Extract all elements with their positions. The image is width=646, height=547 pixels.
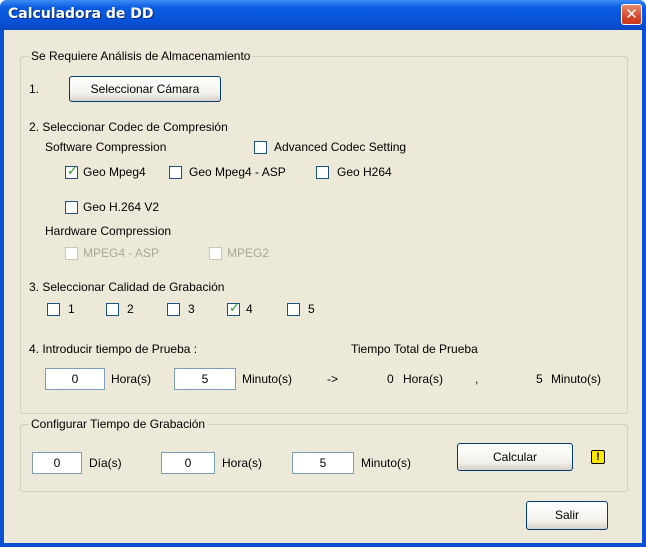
- codec-geo-mpeg4-asp-checkbox[interactable]: [169, 166, 182, 179]
- recording-hours-unit: Hora(s): [222, 456, 263, 470]
- app-window: Calculadora de DD ✕ Se Requiere Análisis…: [0, 0, 646, 547]
- test-minutes-input[interactable]: 5: [174, 368, 236, 390]
- recording-hours-input[interactable]: 0: [161, 452, 215, 474]
- total-hours-unit: Hora(s): [403, 372, 444, 386]
- select-camera-button[interactable]: Seleccionar Cámara: [69, 76, 221, 102]
- hw-mpeg4-asp-label: MPEG4 - ASP: [83, 246, 160, 260]
- codec-geo-mpeg4-checkbox[interactable]: ✓: [65, 164, 78, 179]
- codec-geo-h264-v2-checkbox[interactable]: [65, 201, 78, 214]
- total-hours-value: 0: [387, 372, 394, 386]
- test-hours-input[interactable]: 0: [45, 368, 105, 390]
- recording-time-group: Configurar Tiempo de Grabación 0 Día(s) …: [20, 417, 628, 492]
- warning-icon[interactable]: !: [591, 450, 605, 464]
- codec-geo-h264-v2-label: Geo H.264 V2: [83, 200, 160, 214]
- advanced-codec-label: Advanced Codec Setting: [274, 140, 407, 154]
- quality-3-label: 3: [188, 302, 195, 316]
- quality-2-label: 2: [127, 302, 134, 316]
- client-area: Se Requiere Análisis de Almacenamiento 1…: [4, 30, 642, 543]
- test-minutes-unit: Minuto(s): [242, 372, 293, 386]
- hw-mpeg4-asp-checkbox: [65, 247, 78, 260]
- checkmark-icon: ✓: [67, 164, 78, 179]
- recording-group-legend: Configurar Tiempo de Grabación: [29, 417, 208, 431]
- test-hours-unit: Hora(s): [111, 372, 152, 386]
- step4-label: 4. Introducir tiempo de Prueba :: [29, 342, 198, 356]
- quality-1-checkbox[interactable]: [47, 303, 60, 316]
- codec-geo-h264-checkbox[interactable]: [316, 166, 329, 179]
- total-test-time-label: Tiempo Total de Prueba: [351, 342, 478, 356]
- hardware-compression-label: Hardware Compression: [45, 224, 172, 238]
- storage-group-legend: Se Requiere Análisis de Almacenamiento: [29, 49, 253, 63]
- result-arrow: ->: [327, 372, 339, 386]
- hw-mpeg2-checkbox: [209, 247, 222, 260]
- advanced-codec-checkbox[interactable]: [254, 141, 267, 154]
- window-title: Calculadora de DD: [8, 6, 154, 22]
- total-minutes-value: 5: [536, 372, 543, 386]
- title-bar[interactable]: Calculadora de DD ✕: [0, 0, 646, 30]
- step1-number: 1.: [29, 82, 40, 96]
- checkmark-icon: ✓: [229, 301, 240, 316]
- codec-geo-mpeg4-label: Geo Mpeg4: [83, 165, 146, 179]
- codec-geo-mpeg4-asp-label: Geo Mpeg4 - ASP: [189, 165, 286, 179]
- step2-label: 2. Seleccionar Codec de Compresión: [29, 120, 228, 134]
- quality-3-checkbox[interactable]: [167, 303, 180, 316]
- storage-analysis-group: Se Requiere Análisis de Almacenamiento 1…: [20, 49, 628, 414]
- recording-days-input[interactable]: 0: [32, 452, 82, 474]
- codec-geo-h264-label: Geo H264: [337, 165, 392, 179]
- recording-minutes-input[interactable]: 5: [292, 452, 354, 474]
- software-compression-label: Software Compression: [45, 140, 167, 154]
- quality-5-checkbox[interactable]: [287, 303, 300, 316]
- recording-days-unit: Día(s): [89, 456, 122, 470]
- quality-4-label: 4: [246, 302, 253, 316]
- quality-1-label: 1: [68, 302, 75, 316]
- quality-5-label: 5: [308, 302, 315, 316]
- quality-2-checkbox[interactable]: [106, 303, 119, 316]
- hw-mpeg2-label: MPEG2: [227, 246, 270, 260]
- close-icon[interactable]: ✕: [621, 4, 642, 25]
- quality-4-checkbox[interactable]: ✓: [227, 301, 240, 316]
- recording-minutes-unit: Minuto(s): [361, 456, 412, 470]
- calculate-button[interactable]: Calcular: [457, 443, 573, 471]
- total-separator: ,: [475, 372, 479, 386]
- exit-button[interactable]: Salir: [526, 501, 608, 530]
- step3-label: 3. Seleccionar Calidad de Grabación: [29, 280, 225, 294]
- total-minutes-unit: Minuto(s): [551, 372, 602, 386]
